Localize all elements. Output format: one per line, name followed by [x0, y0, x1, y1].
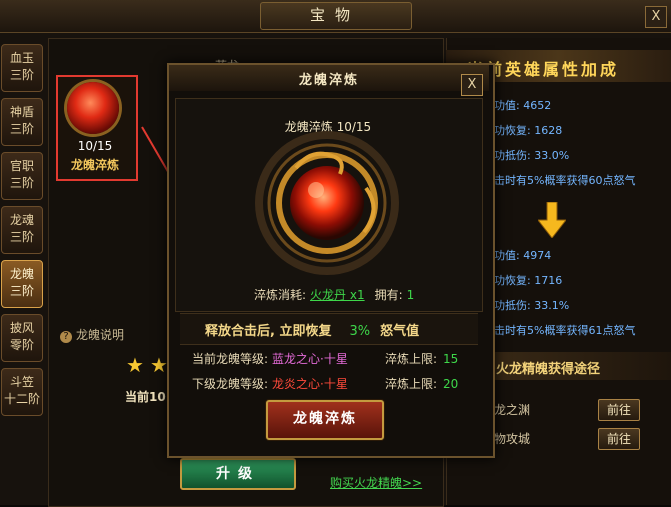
tab-guanzhi[interactable]: 官职 三阶	[1, 152, 43, 200]
arrow-down-icon	[538, 202, 566, 238]
next-stat: 功值: 4974	[494, 249, 552, 262]
tab-label: 斗笠 十二阶	[3, 375, 40, 406]
tab-label: 神盾 三阶	[9, 105, 34, 136]
tab-shendun[interactable]: 神盾 三阶	[1, 98, 43, 146]
current-level-label: 当前10	[125, 390, 166, 404]
effect-suffix: 怒气值	[380, 324, 420, 339]
cost-item-link[interactable]: 火龙丹 x1	[310, 288, 365, 302]
current-stat: 功值: 4652	[494, 99, 552, 112]
next-stat: 功恢复: 1716	[494, 274, 563, 287]
next-stat: 功抵伤: 33.1%	[494, 299, 570, 312]
help-link[interactable]: ? 龙魄说明	[60, 326, 124, 343]
next-stat: 击时有5%概率获得61点怒气	[494, 324, 636, 337]
tab-pifeng[interactable]: 披风 零阶	[1, 314, 43, 362]
cost-row: 淬炼消耗: 火龙丹 x1 拥有: 1	[254, 286, 414, 303]
tab-label: 披风 零阶	[9, 321, 34, 352]
next-level-label: 下级龙魄等级:	[192, 377, 269, 391]
limit-label: 淬炼上限:	[385, 352, 438, 366]
tab-longpo[interactable]: 龙魄 三阶	[1, 260, 43, 308]
dialog-close-button[interactable]: X	[461, 74, 483, 96]
window-title: 宝物	[309, 6, 360, 24]
limit-value: 15	[443, 352, 459, 366]
effect-percent: 3%	[349, 324, 371, 339]
star-icon: ★	[150, 353, 168, 377]
next-level-name: 龙炎之心·十星	[272, 377, 348, 391]
next-limit: 淬炼上限: 20	[385, 375, 458, 392]
dialog-title: 龙魄淬炼	[298, 73, 359, 88]
tab-longhun[interactable]: 龙魂 三阶	[1, 206, 43, 254]
current-level-row: 当前龙魄等级: 蓝龙之心·十星	[192, 350, 348, 367]
limit-value: 20	[443, 377, 459, 391]
goto-button[interactable]: 前往	[598, 399, 640, 421]
upgrade-button[interactable]: 升级	[180, 458, 296, 490]
tab-label: 龙魄 三阶	[9, 267, 34, 298]
current-stat: 功恢复: 1628	[494, 124, 563, 137]
own-label: 拥有:	[374, 288, 403, 302]
buy-essence-link[interactable]: 购买火龙精魄>>	[330, 474, 422, 491]
tab-douli[interactable]: 斗笠 十二阶	[1, 368, 43, 416]
tab-label: 血玉 三阶	[9, 51, 34, 82]
current-level-name: 蓝龙之心·十星	[272, 352, 348, 366]
tab-label: 官职 三阶	[9, 159, 34, 190]
item-count: 10/15	[77, 139, 113, 153]
own-value: 1	[406, 288, 415, 302]
route-name: 物攻城	[494, 432, 531, 446]
tab-label: 龙魂 三阶	[9, 213, 34, 244]
question-icon: ?	[60, 331, 72, 343]
dragon-orb-icon	[255, 131, 399, 275]
current-limit: 淬炼上限: 15	[385, 350, 458, 367]
route-title: 火龙精魄获得途径	[496, 362, 601, 377]
temper-button[interactable]: 龙魄淬炼	[266, 400, 384, 440]
next-level-row: 下级龙魄等级: 龙炎之心·十星	[192, 375, 348, 392]
current-stat: 击时有5%概率获得60点怒气	[494, 174, 636, 187]
window-close-button[interactable]: X	[645, 6, 667, 28]
current-stat: 功抵伤: 33.0%	[494, 149, 570, 162]
effect-text: 释放合击后, 立即恢复 3% 怒气值	[205, 320, 419, 339]
help-label: 龙魄说明	[76, 328, 125, 342]
star-icon: ★	[126, 353, 144, 377]
item-name: 龙魄淬炼	[70, 158, 119, 172]
tab-xueyu[interactable]: 血玉 三阶	[1, 44, 43, 92]
goto-button[interactable]: 前往	[598, 428, 640, 450]
dragon-orb-icon	[67, 82, 119, 134]
limit-label: 淬炼上限:	[385, 377, 438, 391]
cost-label: 淬炼消耗:	[254, 288, 307, 302]
effect-prefix: 释放合击后, 立即恢复	[205, 324, 332, 339]
route-name: 龙之渊	[494, 403, 531, 417]
current-level-label: 当前龙魄等级:	[192, 352, 269, 366]
